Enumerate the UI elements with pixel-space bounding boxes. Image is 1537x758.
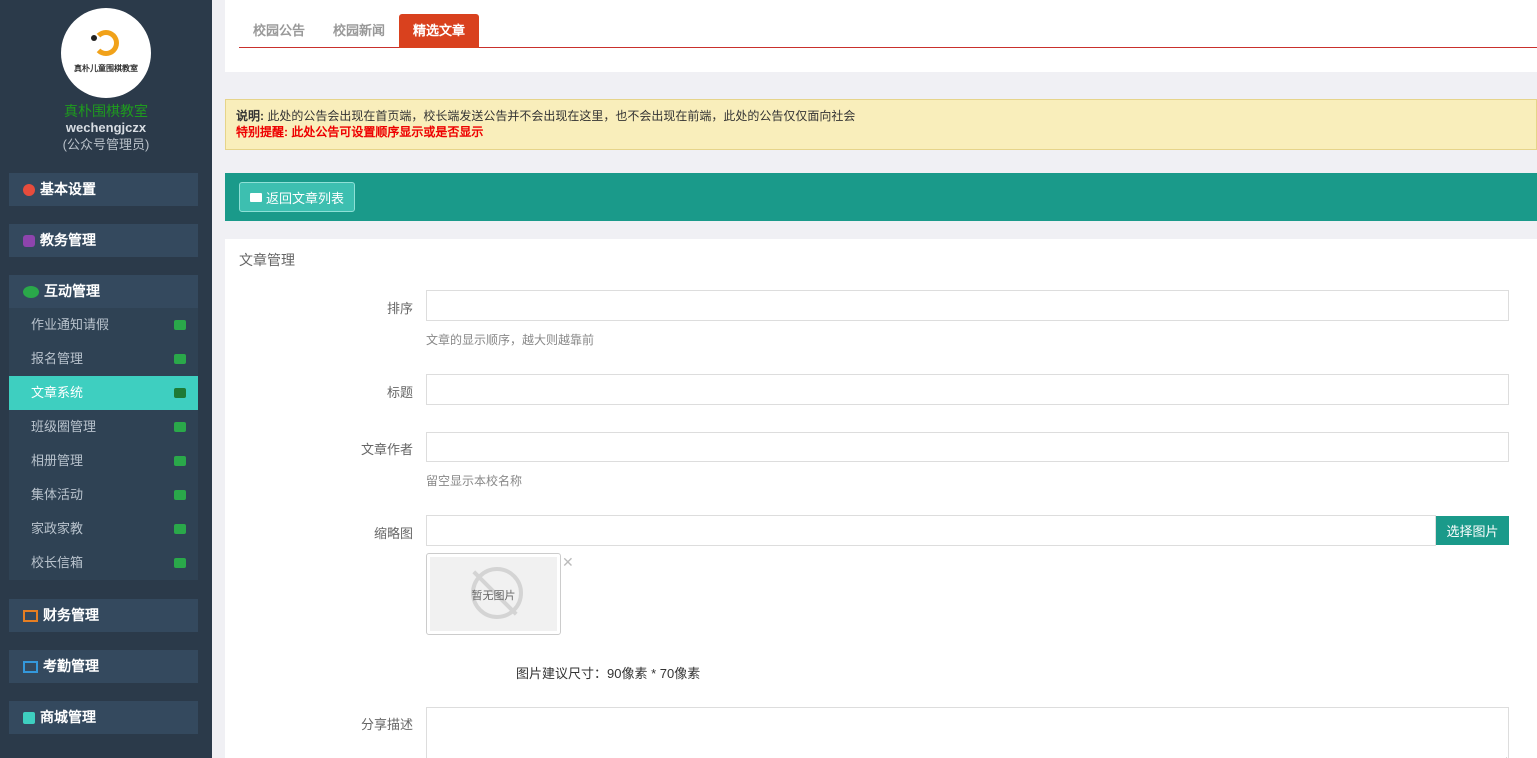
menu-head-finance[interactable]: 财务管理 xyxy=(9,599,198,632)
notice-warning: 特别提醒: 此处公告可设置顺序显示或是否显示 xyxy=(236,125,484,139)
menu-label: 教务管理 xyxy=(40,232,96,248)
card-icon xyxy=(23,660,38,673)
menu-label: 基本设置 xyxy=(40,181,96,197)
sidebar-item-mailbox[interactable]: 校长信箱 xyxy=(9,546,198,580)
order-label: 排序 xyxy=(386,301,413,316)
profile: 真朴儿童围棋教室 真朴围棋教室 wechengjczx (公众号管理员) xyxy=(0,0,212,162)
comments-icon xyxy=(174,558,186,568)
menu-head-attendance[interactable]: 考勤管理 xyxy=(9,650,198,683)
money-icon xyxy=(23,609,38,622)
sidebar-item-label: 校长信箱 xyxy=(31,555,84,570)
sidebar-item-homework[interactable]: 作业通知请假 xyxy=(9,308,198,342)
sidebar-item-album[interactable]: 相册管理 xyxy=(9,444,198,478)
title-label: 标题 xyxy=(386,385,413,400)
thumbnail-input[interactable] xyxy=(426,515,1436,546)
tab-list: 校园公告 校园新闻 精选文章 xyxy=(239,14,1537,48)
username: wechengjczx xyxy=(65,120,147,135)
menu-group-attendance[interactable]: 考勤管理 xyxy=(9,650,198,683)
action-bar: 返回文章列表 xyxy=(225,173,1537,221)
menu-head-interaction[interactable]: 互动管理 xyxy=(9,275,198,308)
menu-group-mall[interactable]: 商城管理 xyxy=(9,701,198,734)
author-input[interactable] xyxy=(426,432,1509,462)
menu-label: 互动管理 xyxy=(44,283,100,299)
thumbnail-label: 缩略图 xyxy=(373,526,413,541)
menu-group-basic[interactable]: 基本设置 xyxy=(9,173,198,206)
author-help: 留空显示本校名称 xyxy=(426,474,523,488)
tabs-bar: 校园公告 校园新闻 精选文章 xyxy=(225,0,1537,72)
menu-label: 考勤管理 xyxy=(43,658,99,674)
sidebar: 真朴儿童围棋教室 真朴围棋教室 wechengjczx (公众号管理员) 基本设… xyxy=(0,0,212,758)
notice-line: 说明: 此处的公告会出现在首页端，校长端发送公告并不会出现在这里，也不会出现在前… xyxy=(236,108,1526,124)
tab-featured-articles[interactable]: 精选文章 xyxy=(399,14,480,48)
menu-head-mall[interactable]: 商城管理 xyxy=(9,701,198,734)
menu-head-basic[interactable]: 基本设置 xyxy=(9,173,198,206)
sidebar-item-label: 报名管理 xyxy=(31,351,84,366)
choose-image-button[interactable]: 选择图片 xyxy=(1436,516,1509,545)
notice-prefix: 说明: xyxy=(236,109,264,123)
menu-group-academic[interactable]: 教务管理 xyxy=(9,224,198,257)
database-icon xyxy=(23,234,35,247)
sidebar-item-label: 文章系统 xyxy=(31,385,84,400)
wechat-icon xyxy=(174,422,186,432)
sidebar-item-enrollment[interactable]: 报名管理 xyxy=(9,342,198,376)
author-label: 文章作者 xyxy=(360,442,413,457)
order-input[interactable] xyxy=(426,290,1509,321)
menu-group-finance[interactable]: 财务管理 xyxy=(9,599,198,632)
notice-text: 此处的公告会出现在首页端，校长端发送公告并不会出现在这里，也不会出现在前端，此处… xyxy=(267,109,856,123)
bullhorn-icon xyxy=(174,320,186,330)
order-help: 文章的显示顺序，越大则越靠前 xyxy=(426,333,595,347)
share-description-input[interactable] xyxy=(426,707,1509,758)
sidebar-item-activities[interactable]: 集体活动 xyxy=(9,478,198,512)
comments-icon xyxy=(174,354,186,364)
sidebar-item-class-circle[interactable]: 班级圈管理 xyxy=(9,410,198,444)
logo-dot-icon xyxy=(91,35,97,41)
sidebar-item-label: 班级圈管理 xyxy=(31,419,97,434)
school-logo: 真朴儿童围棋教室 xyxy=(61,8,151,98)
desktop-icon xyxy=(174,388,186,398)
sidebar-item-label: 集体活动 xyxy=(31,487,84,502)
gear-icon xyxy=(23,183,35,196)
sidebar-item-articles[interactable]: 文章系统 xyxy=(9,376,198,410)
coffee-icon xyxy=(174,524,186,534)
tab-campus-notice[interactable]: 校园公告 xyxy=(239,14,319,48)
sidebar-item-label: 作业通知请假 xyxy=(31,317,110,332)
panel-title: 文章管理 xyxy=(239,252,295,268)
wechat-icon xyxy=(23,285,39,298)
back-button-label: 返回文章列表 xyxy=(266,190,345,206)
logo-text: 真朴儿童围棋教室 xyxy=(74,64,138,73)
sidebar-item-label: 相册管理 xyxy=(31,453,84,468)
trophy-icon xyxy=(174,490,186,500)
share-description-label: 分享描述 xyxy=(360,717,413,732)
school-name: 真朴围棋教室 xyxy=(64,103,148,119)
logo-mark-icon xyxy=(93,30,119,56)
menu-label: 商城管理 xyxy=(40,709,96,725)
thumbnail-preview: 暂无图片 xyxy=(426,553,561,635)
list-icon xyxy=(250,192,262,202)
menu-label: 财务管理 xyxy=(43,607,99,623)
image-size-tip: 图片建议尺寸：90像素 * 70像素 xyxy=(516,666,701,681)
user-role: (公众号管理员) xyxy=(62,137,150,152)
title-input[interactable] xyxy=(426,374,1509,405)
sidebar-item-label: 家政家教 xyxy=(31,521,84,536)
thumbnail-placeholder: 暂无图片 xyxy=(430,557,557,631)
back-to-list-button[interactable]: 返回文章列表 xyxy=(239,182,356,212)
menu-group-interaction[interactable]: 互动管理 作业通知请假 报名管理 文章系统 班级圈管理 相册管理 集体活动 家政… xyxy=(9,275,198,580)
no-image-text: 暂无图片 xyxy=(471,590,516,602)
menu-head-academic[interactable]: 教务管理 xyxy=(9,224,198,257)
cart-icon xyxy=(23,711,35,724)
sidebar-item-tutoring[interactable]: 家政家教 xyxy=(9,512,198,546)
notice-box: 说明: 此处的公告会出现在首页端，校长端发送公告并不会出现在这里，也不会出现在前… xyxy=(225,99,1537,150)
close-icon[interactable]: ✕ xyxy=(562,554,574,571)
camera-icon xyxy=(174,456,186,466)
article-form-panel: 文章管理 排序 文章的显示顺序，越大则越靠前 标题 文章作者 留空显示本校名称 … xyxy=(225,239,1537,758)
tab-campus-news[interactable]: 校园新闻 xyxy=(319,14,399,48)
